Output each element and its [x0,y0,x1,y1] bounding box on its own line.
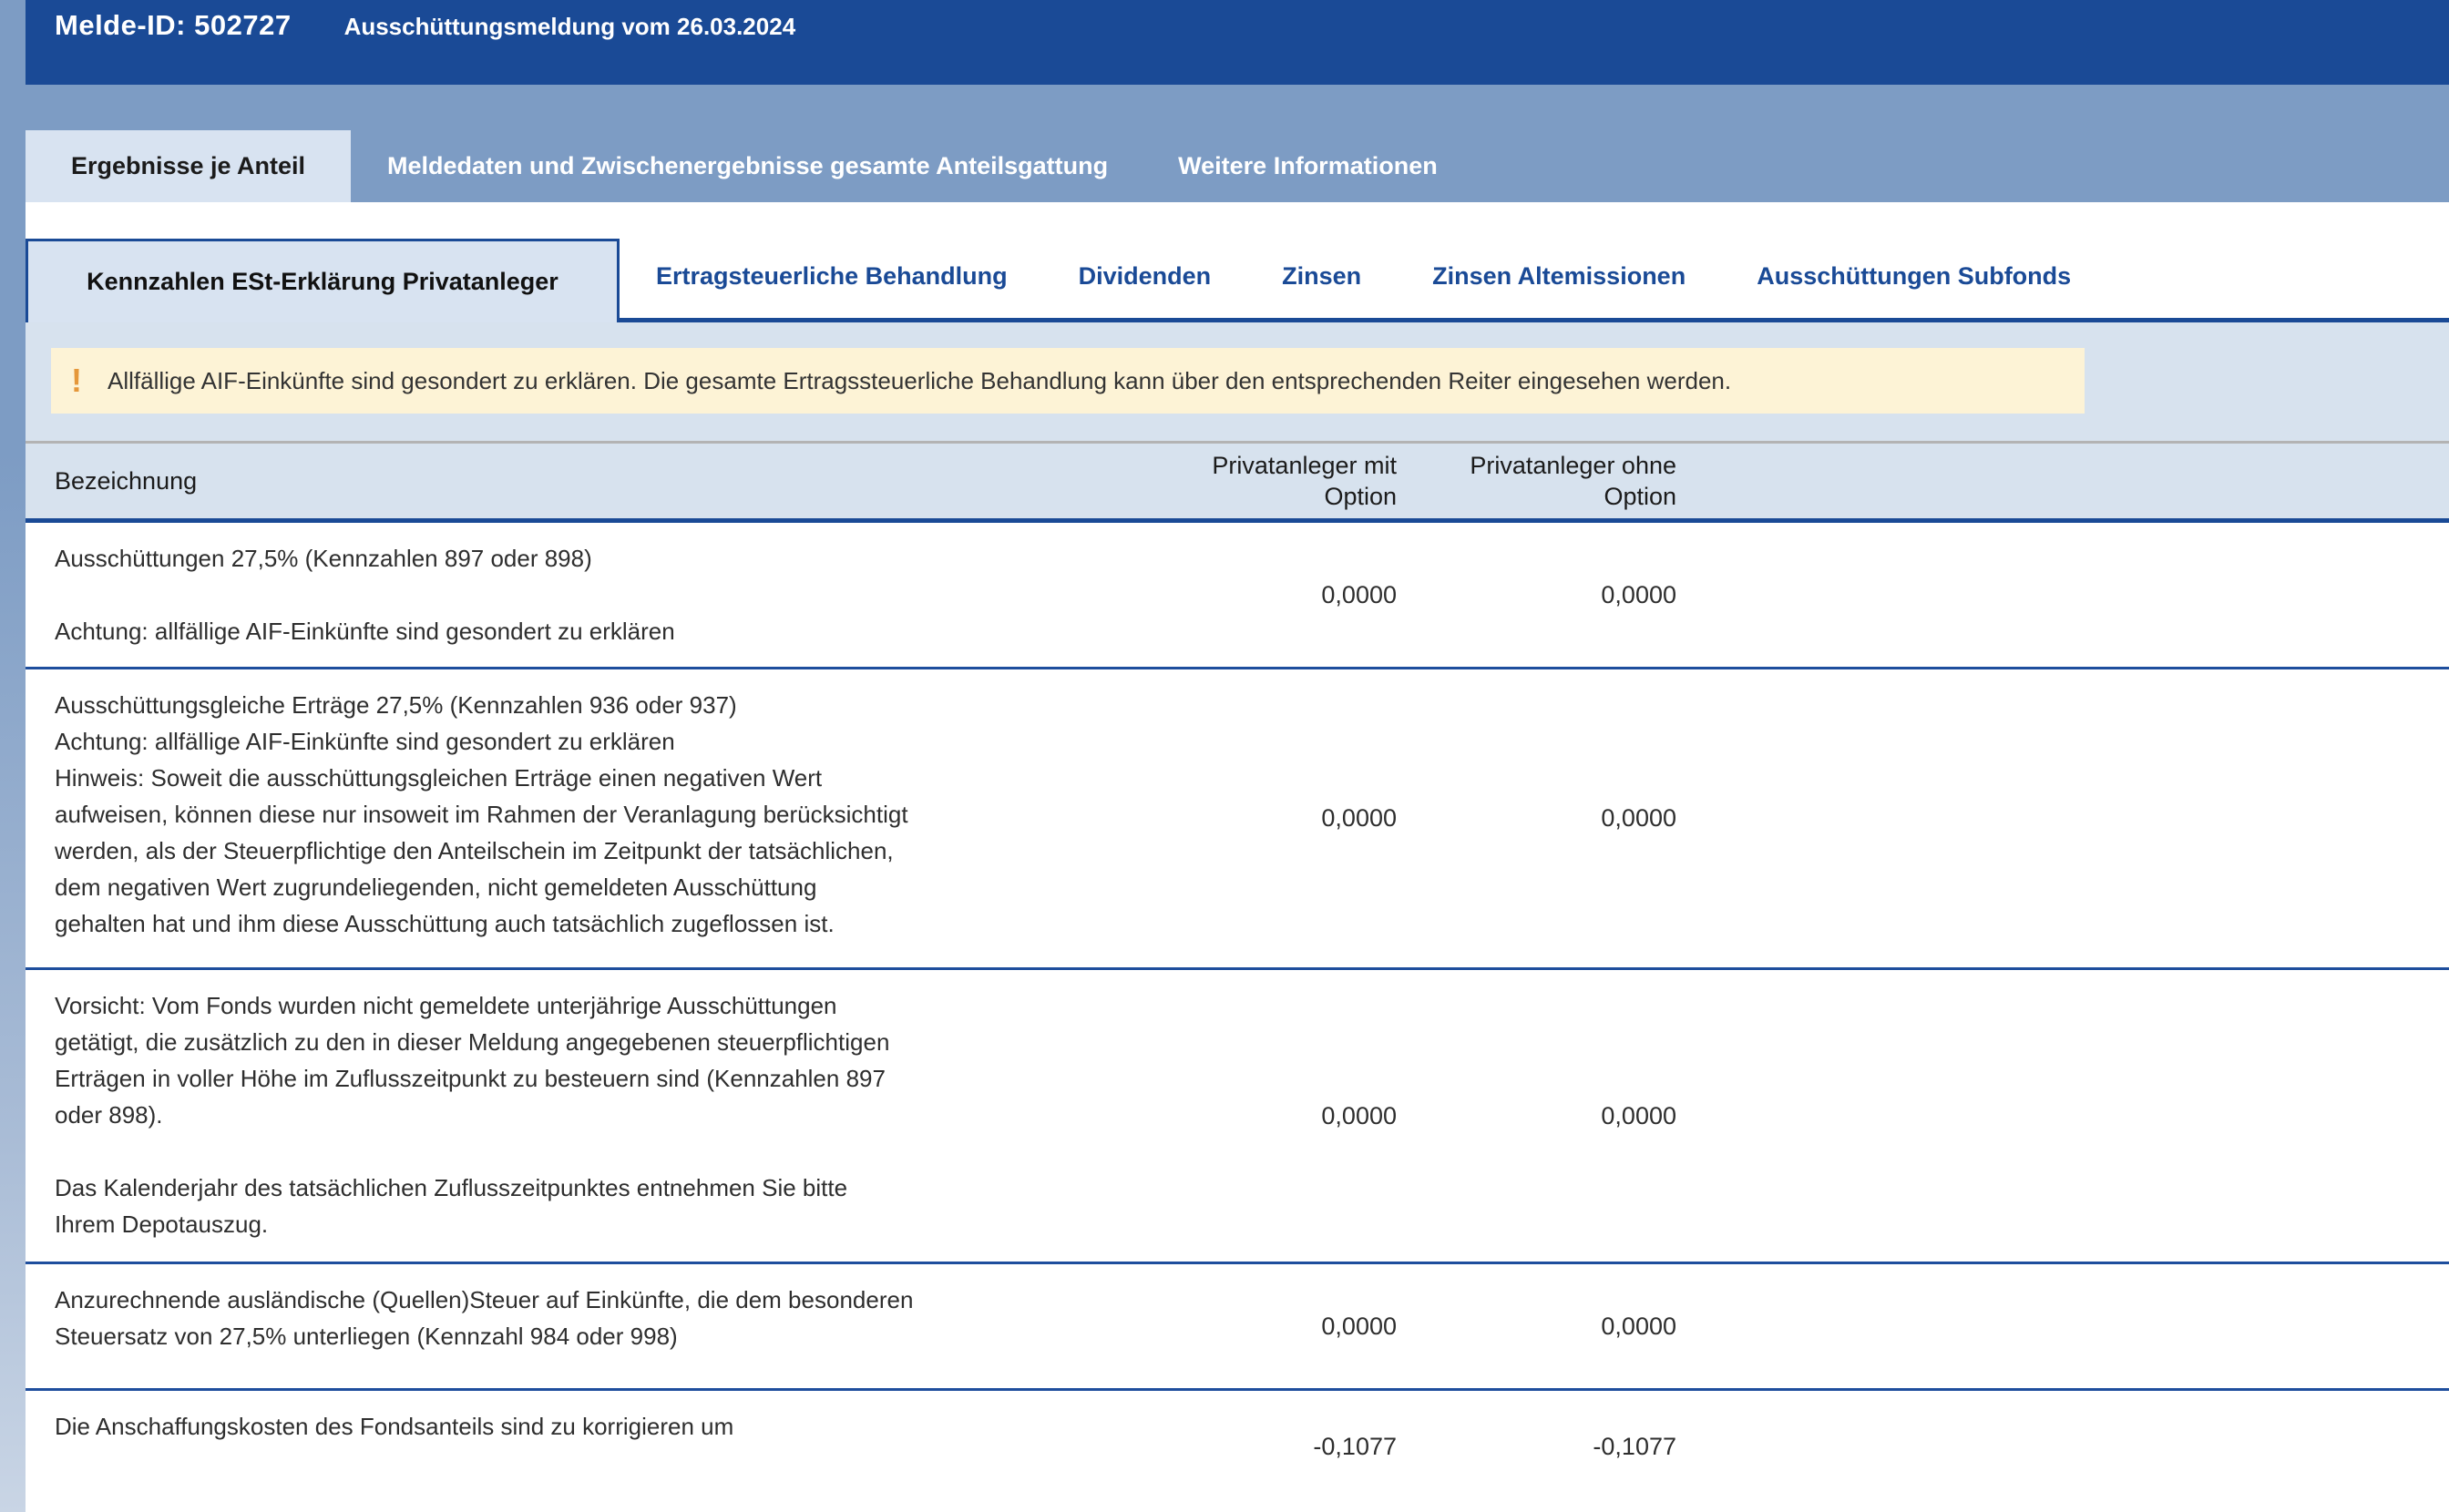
tab-kennzahlen-est-erklaerung[interactable]: Kennzahlen ESt-Erklärung Privatanleger [26,239,620,322]
value-mit-option: 0,0000 [1130,523,1397,667]
table-row: Die Anschaffungskosten des Fondsanteils … [26,1391,2449,1502]
table-row: Ausschüttungen 27,5% (Kennzahlen 897 ode… [26,523,2449,669]
tab-dividenden[interactable]: Dividenden [1079,262,1212,318]
value-mit-option: 0,0000 [1130,669,1397,967]
column-header-privatanleger-ohne-option: Privatanleger ohne Option [1397,450,1676,512]
warning-text: Allfällige AIF-Einkünfte sind gesondert … [108,367,1731,395]
value-ohne-option: 0,0000 [1397,970,1676,1262]
report-subtitle: Ausschüttungsmeldung vom 26.03.2024 [344,9,796,41]
report-header-bar: Melde-ID: 502727 Ausschüttungsmeldung vo… [26,0,2449,85]
column-header-privatanleger-mit-option: Privatanleger mit Option [1130,450,1397,512]
tab-zinsen-altemissionen[interactable]: Zinsen Altemissionen [1432,262,1686,318]
value-mit-option: -0,1077 [1130,1391,1397,1502]
results-table: Ausschüttungen 27,5% (Kennzahlen 897 ode… [26,523,2449,1502]
row-description: Die Anschaffungskosten des Fondsanteils … [26,1391,1130,1502]
value-mit-option: 0,0000 [1130,970,1397,1262]
exclamation-icon: ! [71,364,82,397]
tab-ausschuettungen-subfonds[interactable]: Ausschüttungen Subfonds [1757,262,2071,318]
row-description: Ausschüttungen 27,5% (Kennzahlen 897 ode… [26,523,1130,667]
warning-wrapper: ! Allfällige AIF-Einkünfte sind gesonder… [26,322,2449,441]
table-row: Vorsicht: Vom Fonds wurden nicht gemelde… [26,970,2449,1264]
tab-ergebnisse-je-anteil[interactable]: Ergebnisse je Anteil [26,130,351,202]
page-background-strip [0,0,26,1512]
tab-weitere-informationen[interactable]: Weitere Informationen [1178,130,1438,202]
tab-meldedaten-zwischenergebnisse[interactable]: Meldedaten und Zwischenergebnisse gesamt… [387,130,1108,202]
row-description: Anzurechnende ausländische (Quellen)Steu… [26,1264,1130,1388]
row-description: Vorsicht: Vom Fonds wurden nicht gemelde… [26,970,1130,1262]
column-header-bezeichnung: Bezeichnung [26,467,1130,495]
main-content: Melde-ID: 502727 Ausschüttungsmeldung vo… [26,0,2449,1502]
secondary-tab-bar: Kennzahlen ESt-Erklärung Privatanleger E… [26,231,2449,322]
table-row: Ausschüttungsgleiche Erträge 27,5% (Kenn… [26,669,2449,970]
page: Melde-ID: 502727 Ausschüttungsmeldung vo… [0,0,2449,1512]
spacer [26,202,2449,231]
tab-zinsen[interactable]: Zinsen [1282,262,1361,318]
tab-ertragsteuerliche-behandlung[interactable]: Ertragsteuerliche Behandlung [656,262,1008,318]
aif-warning-banner: ! Allfällige AIF-Einkünfte sind gesonder… [51,348,2085,414]
value-ohne-option: 0,0000 [1397,669,1676,967]
primary-tab-bar: Ergebnisse je Anteil Meldedaten und Zwis… [26,85,2449,202]
table-row: Anzurechnende ausländische (Quellen)Steu… [26,1264,2449,1391]
info-section: ! Allfällige AIF-Einkünfte sind gesonder… [26,322,2449,523]
value-ohne-option: -0,1077 [1397,1391,1676,1502]
row-description: Ausschüttungsgleiche Erträge 27,5% (Kenn… [26,669,1130,967]
value-mit-option: 0,0000 [1130,1264,1397,1388]
table-header-row: Bezeichnung Privatanleger mit Option Pri… [26,444,2449,523]
melde-id-title: Melde-ID: 502727 [55,9,292,42]
value-ohne-option: 0,0000 [1397,1264,1676,1388]
value-ohne-option: 0,0000 [1397,523,1676,667]
